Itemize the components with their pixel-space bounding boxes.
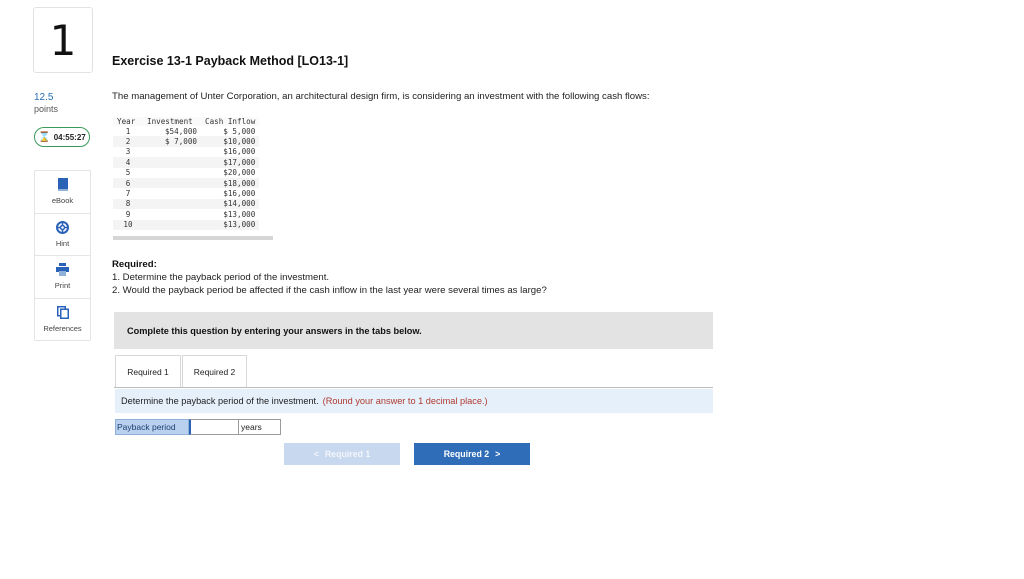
cash-inflow-cell: $16,000 (223, 189, 256, 199)
cash-inflow-cell: $14,000 (201, 198, 260, 210)
cash-inflow-cell: $18,000 (201, 177, 260, 189)
table-row: 7 $16,000 (113, 188, 259, 198)
table-row: 10 $13,000 (113, 219, 260, 230)
year-cell: 3 (125, 147, 131, 157)
cash-inflow-cell: $13,000 (223, 209, 256, 219)
cash-inflow-cell: $ 5,000 (223, 126, 256, 136)
col-investment-header: Investment (143, 117, 201, 126)
investment-cell (143, 198, 201, 210)
table-header-row: Year Investment Cash Inflow (113, 117, 260, 126)
payback-period-input[interactable] (189, 419, 239, 435)
ebook-icon (57, 178, 69, 193)
investment-cell (143, 157, 201, 168)
references-label: References (43, 324, 82, 334)
timer[interactable]: ⌛ 04:55:27 (34, 127, 90, 147)
investment-cell: $54,000 (164, 126, 197, 136)
table-row: 3 $16,000 (113, 147, 259, 157)
tab-divider (114, 387, 713, 388)
required-item-2: 2. Would the payback period be affected … (112, 285, 547, 296)
year-cell: 4 (113, 157, 143, 168)
hourglass-icon: ⌛ (38, 131, 51, 143)
table-scrollbar (113, 236, 273, 240)
tab-required-2[interactable]: Required 2 (182, 355, 247, 387)
tools-panel: eBook Hint Print References (34, 170, 91, 341)
cash-inflow-cell: $10,000 (201, 136, 260, 147)
year-cell: 10 (113, 219, 143, 230)
next-required-button[interactable]: Required 2 > (414, 443, 530, 465)
col-cash-inflow-header: Cash Inflow (201, 117, 260, 126)
instruction-bar: Determine the payback period of the inve… (115, 389, 713, 413)
year-cell: 7 (125, 189, 131, 199)
cash-inflow-cell: $16,000 (223, 147, 256, 157)
table-row: 2 $ 7,000 $10,000 (113, 136, 260, 147)
question-number: 1 (33, 7, 93, 73)
table-row: 8 $14,000 (113, 198, 260, 210)
investment-cell: $ 7,000 (143, 136, 201, 147)
payback-period-unit: years (238, 419, 281, 435)
year-cell: 6 (113, 177, 143, 189)
prev-required-button[interactable]: < Required 1 (284, 443, 400, 465)
references-icon (56, 306, 69, 321)
investment-cell (143, 219, 201, 230)
timer-value: 04:55:27 (53, 132, 86, 142)
investment-cell (143, 177, 201, 189)
investment-cell (143, 188, 201, 198)
payback-period-label: Payback period (115, 419, 189, 435)
instruction-text: Determine the payback period of the inve… (121, 396, 319, 406)
table-row: 9 $13,000 (113, 209, 259, 219)
investment-cell (143, 209, 201, 219)
table-row: 4 $17,000 (113, 157, 260, 168)
hint-button[interactable]: Hint (35, 214, 90, 256)
ebook-label: eBook (51, 196, 74, 206)
cash-inflow-cell: $20,000 (223, 168, 256, 178)
hint-label: Hint (55, 238, 70, 248)
investment-cell (143, 168, 201, 178)
required-heading: Required: (112, 259, 157, 270)
tab-required-1[interactable]: Required 1 (115, 355, 181, 387)
points-label: points (34, 104, 59, 114)
required-item-1: 1. Determine the payback period of the i… (112, 272, 330, 283)
points-value: 12.5 (34, 92, 54, 103)
print-icon (56, 263, 69, 278)
cash-inflow-cell: $13,000 (201, 219, 260, 230)
table-row: 1 $54,000 $ 5,000 (113, 126, 259, 136)
year-cell: 8 (113, 198, 143, 210)
cash-inflow-cell: $17,000 (201, 157, 260, 168)
cash-flow-table: Year Investment Cash Inflow 1 $54,000 $ 5,… (113, 117, 260, 230)
investment-cell (143, 147, 201, 157)
print-label: Print (54, 281, 71, 291)
chevron-left-icon: < (313, 449, 319, 459)
references-button[interactable]: References (35, 299, 90, 342)
year-cell: 9 (125, 209, 131, 219)
table-row: 5 $20,000 (113, 168, 259, 178)
instruction-note: (Round your answer to 1 decimal place.) (322, 396, 488, 406)
chevron-right-icon: > (495, 449, 501, 459)
hint-icon (56, 220, 69, 236)
prev-required-label: Required 1 (324, 449, 371, 459)
table-row: 6 $18,000 (113, 177, 260, 189)
year-cell: 2 (113, 136, 143, 147)
exercise-title: Exercise 13-1 Payback Method [LO13-1] (112, 54, 349, 68)
ebook-button[interactable]: eBook (35, 171, 90, 214)
print-button[interactable]: Print (35, 256, 90, 299)
complete-banner: Complete this question by entering your … (114, 312, 713, 349)
year-cell: 1 (125, 126, 131, 136)
next-required-label: Required 2 (443, 449, 490, 459)
year-cell: 5 (125, 168, 131, 178)
exercise-intro: The management of Unter Corporation, an … (112, 91, 650, 102)
col-year-header: Year (113, 117, 143, 126)
